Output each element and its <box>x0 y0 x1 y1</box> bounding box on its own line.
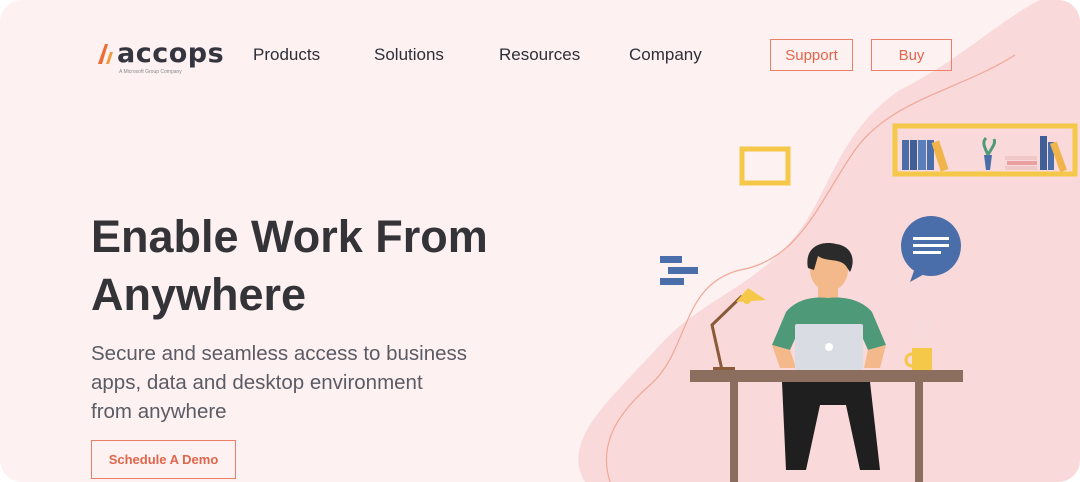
coffee-mug-icon <box>904 319 932 370</box>
desk-leg-right <box>915 382 923 482</box>
desk-top <box>690 370 963 382</box>
gantt-bars-icon <box>660 256 698 285</box>
desk-lamp-icon <box>710 288 766 372</box>
landing-page: accops A Microsoft Group Company Product… <box>0 0 1080 482</box>
chat-bubble-icon <box>901 216 961 282</box>
bookshelf-icon <box>892 123 1078 177</box>
desk-leg-left <box>730 382 738 482</box>
laptop-icon <box>795 324 863 370</box>
picture-frame-icon <box>739 146 791 186</box>
hero-illustration <box>660 123 1078 482</box>
